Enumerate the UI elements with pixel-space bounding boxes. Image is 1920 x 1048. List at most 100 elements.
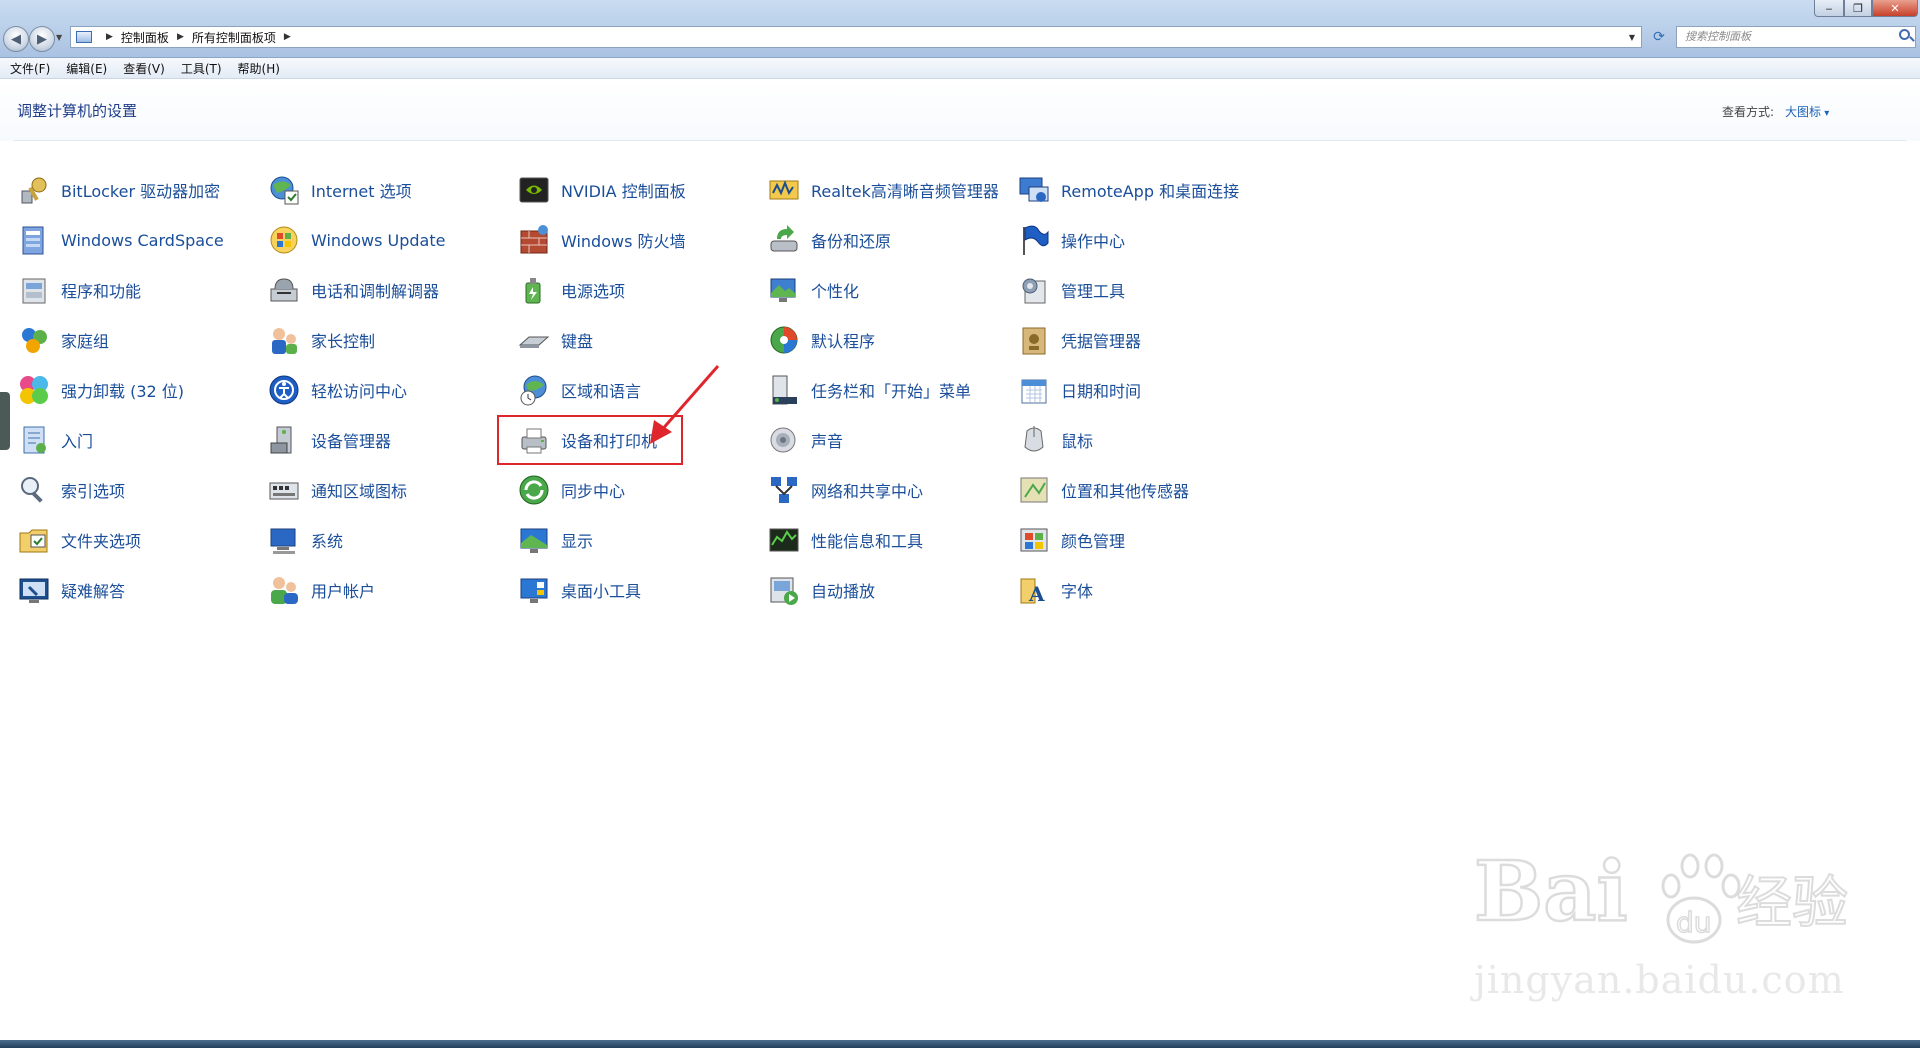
control-panel-item[interactable]: 电话和调制解调器 <box>250 270 439 310</box>
control-panel-item[interactable]: 电源选项 <box>500 270 625 310</box>
chevron-right-icon[interactable]: ▶ <box>177 32 184 42</box>
color-management-icon <box>1017 523 1051 557</box>
control-panel-item[interactable]: 程序和功能 <box>0 270 141 310</box>
control-panel-item[interactable]: 通知区域图标 <box>250 470 407 510</box>
back-button[interactable]: ◀ <box>3 26 29 52</box>
breadcrumb-all-items[interactable]: 所有控制面板项 <box>192 29 276 46</box>
default-programs-icon <box>767 323 801 357</box>
control-panel-item-label: 强力卸载 (32 位) <box>61 382 185 401</box>
control-panel-item[interactable]: 日期和时间 <box>1000 370 1141 410</box>
control-panel-item-label: 任务栏和「开始」菜单 <box>811 382 972 401</box>
control-panel-item[interactable]: RemoteApp 和桌面连接 <box>1000 170 1239 210</box>
menu-file[interactable]: 文件(F) <box>10 60 50 77</box>
control-panel-item[interactable]: 颜色管理 <box>1000 520 1125 560</box>
breadcrumb-control-panel[interactable]: 控制面板 <box>121 29 169 46</box>
control-panel-item[interactable]: 家长控制 <box>250 320 375 360</box>
menu-view[interactable]: 查看(V) <box>123 60 165 77</box>
control-panel-item[interactable]: 操作中心 <box>1000 220 1125 260</box>
search-input[interactable]: 搜索控制面板 <box>1676 26 1916 48</box>
maximize-button[interactable]: ❐ <box>1844 0 1872 17</box>
control-panel-item[interactable]: 声音 <box>750 420 843 460</box>
control-panel-item-label: Internet 选项 <box>311 182 412 201</box>
control-panel-item-label: 日期和时间 <box>1061 382 1142 401</box>
control-panel-item[interactable]: 系统 <box>250 520 343 560</box>
control-panel-item[interactable]: 备份和还原 <box>750 220 891 260</box>
control-panel-item[interactable]: Windows Update <box>250 220 445 260</box>
control-panel-item-label: 自动播放 <box>811 582 876 601</box>
control-panel-item[interactable]: 位置和其他传感器 <box>1000 470 1189 510</box>
control-panel-item[interactable]: 网络和共享中心 <box>750 470 923 510</box>
control-panel-item[interactable]: 轻松访问中心 <box>250 370 407 410</box>
control-panel-item[interactable]: Windows CardSpace <box>0 220 224 260</box>
control-panel-item[interactable]: 桌面小工具 <box>500 570 641 610</box>
control-panel-item[interactable]: BitLocker 驱动器加密 <box>0 170 220 210</box>
search-placeholder: 搜索控制面板 <box>1685 30 1751 43</box>
refresh-icon: ⟳ <box>1653 29 1665 45</box>
forward-button[interactable]: ▶ <box>29 26 55 52</box>
troubleshooting-icon <box>17 573 51 607</box>
close-button[interactable]: ✕ <box>1872 0 1918 17</box>
control-panel-item[interactable]: 性能信息和工具 <box>750 520 923 560</box>
control-panel-item-label: 电源选项 <box>561 282 626 301</box>
control-panel-item[interactable]: 自动播放 <box>750 570 875 610</box>
control-panel-item-label: 疑难解答 <box>61 582 126 601</box>
restore-icon: ❐ <box>1853 1 1863 15</box>
control-panel-item[interactable]: 键盘 <box>500 320 593 360</box>
control-panel-item[interactable]: 显示 <box>500 520 593 560</box>
control-panel-item[interactable]: 凭据管理器 <box>1000 320 1141 360</box>
control-panel-item[interactable]: 区域和语言 <box>500 370 641 410</box>
control-panel-item-label: 默认程序 <box>811 332 876 351</box>
control-panel-item-label: Windows Update <box>311 230 446 250</box>
refresh-button[interactable]: ⟳ <box>1646 26 1672 48</box>
control-panel-item[interactable]: 文件夹选项 <box>0 520 141 560</box>
control-panel-item-label: 轻松访问中心 <box>311 382 408 401</box>
sync-center-icon <box>517 473 551 507</box>
control-panel-item[interactable]: Realtek高清晰音频管理器 <box>750 170 999 210</box>
control-panel-item-label: Windows 防火墙 <box>561 232 686 251</box>
control-panel-item[interactable]: A 字体 <box>1000 570 1093 610</box>
search-icon[interactable] <box>1899 29 1910 40</box>
windows-update-icon <box>267 223 301 257</box>
control-panel-item[interactable]: 家庭组 <box>0 320 109 360</box>
control-panel-item[interactable]: 疑难解答 <box>0 570 125 610</box>
arrow-left-icon: ◀ <box>11 31 21 47</box>
control-panel-item[interactable]: 个性化 <box>750 270 859 310</box>
firewall-icon <box>517 223 551 257</box>
recent-pages-dropdown[interactable]: ▼ <box>56 33 62 42</box>
fonts-icon: A <box>1017 573 1051 607</box>
menu-edit[interactable]: 编辑(E) <box>66 60 107 77</box>
control-panel-item[interactable]: 任务栏和「开始」菜单 <box>750 370 971 410</box>
control-panel-item[interactable]: Windows 防火墙 <box>500 220 686 260</box>
control-panel-item-label: 设备管理器 <box>311 432 392 451</box>
control-panel-item[interactable]: 管理工具 <box>1000 270 1125 310</box>
chevron-right-icon[interactable]: ▶ <box>106 32 113 42</box>
control-panel-item[interactable]: NVIDIA 控制面板 <box>500 170 686 210</box>
remoteapp-icon <box>1017 173 1051 207</box>
control-panel-item[interactable]: 同步中心 <box>500 470 625 510</box>
svg-text:du: du <box>1676 906 1712 939</box>
menu-help[interactable]: 帮助(H) <box>238 60 280 77</box>
control-panel-item[interactable]: 默认程序 <box>750 320 875 360</box>
control-panel-item-label: 区域和语言 <box>561 382 642 401</box>
control-panel-item-label: 桌面小工具 <box>561 582 642 601</box>
control-panel-item[interactable]: Internet 选项 <box>250 170 412 210</box>
menu-tools[interactable]: 工具(T) <box>181 60 222 77</box>
control-panel-item[interactable]: 强力卸载 (32 位) <box>0 370 184 410</box>
control-panel-item[interactable]: 鼠标 <box>1000 420 1093 460</box>
control-panel-item-label: 入门 <box>61 432 94 451</box>
system-icon <box>267 523 301 557</box>
personalization-icon <box>767 273 801 307</box>
address-dropdown[interactable]: ▼ <box>1623 27 1641 47</box>
programs-icon <box>17 273 51 307</box>
close-icon: ✕ <box>1890 1 1900 15</box>
control-panel-item[interactable]: 入门 <box>0 420 93 460</box>
control-panel-item[interactable]: 索引选项 <box>0 470 125 510</box>
address-bar[interactable]: ▶ 控制面板 ▶ 所有控制面板项 ▶ ▼ <box>70 26 1642 48</box>
control-panel-item[interactable]: 设备管理器 <box>250 420 391 460</box>
minimize-button[interactable]: ‒ <box>1814 0 1844 17</box>
control-panel-item[interactable]: 用户帐户 <box>250 570 375 610</box>
view-by-dropdown[interactable]: 大图标 <box>1785 103 1829 120</box>
chevron-right-icon[interactable]: ▶ <box>284 32 291 42</box>
control-panel-item-label: 电话和调制解调器 <box>311 282 440 301</box>
control-panel-item-label: 家庭组 <box>61 332 110 351</box>
